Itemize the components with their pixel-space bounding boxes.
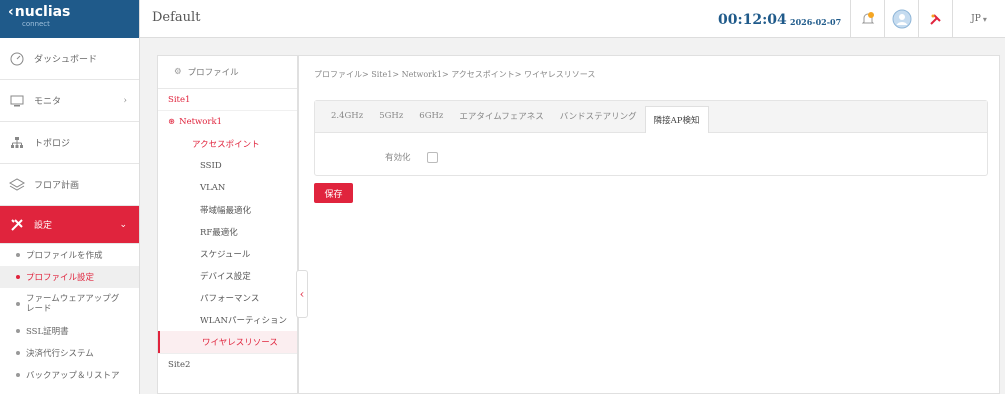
profile-tree: ⚙ プロファイル Site1 ⊛ Network1 アクセスポイント SSID VL… — [157, 55, 298, 394]
tree-leaf-schedule[interactable]: スケジュール — [158, 243, 297, 265]
tab-5ghz[interactable]: 5GHz — [371, 104, 411, 128]
chevron-down-icon: ▾ — [982, 14, 987, 24]
language-menu[interactable]: JP ▾ — [952, 0, 1005, 38]
sidebar-subitem-firmware-upgrade[interactable]: ファームウェアアップグレード — [0, 288, 139, 320]
breadcrumb: プロファイル> Site1> Network1> アクセスポイント> ワイヤレス… — [314, 70, 596, 79]
tree-leaf-wireless-resource[interactable]: ワイヤレスリソース — [158, 331, 297, 353]
sidebar: ‹nuclias connect ダッシュボード モニタ › トポロジ フロア計… — [0, 0, 140, 394]
back-chevron-icon[interactable]: ‹ — [8, 4, 14, 20]
tree-leaf-vlan[interactable]: VLAN — [158, 177, 297, 199]
tree-network1[interactable]: ⊛ Network1 — [158, 111, 297, 133]
chevron-down-icon: ⌄ — [119, 219, 127, 230]
notifications-button[interactable] — [850, 0, 884, 38]
clock-date: 2026-02-07 — [790, 17, 842, 27]
enable-option: 有効化 — [385, 151, 438, 163]
enable-checkbox[interactable] — [426, 151, 438, 163]
brand-name: nuclias — [14, 4, 71, 20]
brand-sub: connect — [22, 20, 50, 28]
user-avatar-icon — [892, 9, 911, 29]
save-button[interactable]: 保存 — [314, 183, 353, 203]
sidebar-item-dashboard[interactable]: ダッシュボード — [0, 38, 139, 80]
sidebar-item-label: トポロジ — [34, 139, 71, 149]
tab-airtime-fairness[interactable]: エアタイムフェアネス — [451, 104, 551, 128]
gear-icon: ⚙ — [174, 67, 182, 77]
sidebar-subitem-create-profile[interactable]: プロファイルを作成 — [0, 244, 139, 266]
profile-button[interactable] — [884, 0, 918, 38]
tab-6ghz[interactable]: 6GHz — [411, 104, 451, 128]
bell-icon — [861, 12, 874, 24]
monitor-icon — [8, 92, 26, 110]
tree-access-point[interactable]: アクセスポイント — [158, 133, 297, 155]
chevron-left-icon: ‹ — [299, 287, 305, 301]
dashboard-icon — [8, 50, 26, 68]
tree-leaf-ssid[interactable]: SSID — [158, 155, 297, 177]
clock-time: 00:12:04 — [718, 12, 787, 28]
language-label: JP — [971, 14, 981, 24]
tab-bar: 2.4GHz 5GHz 6GHz エアタイムフェアネス バンドステアリング 隣接… — [315, 101, 987, 133]
sidebar-item-topology[interactable]: トポロジ — [0, 122, 139, 164]
sidebar-subitem-profile-settings[interactable]: プロファイル設定 — [0, 266, 139, 288]
sidebar-subitem-ssl-certificate[interactable]: SSL証明書 — [0, 320, 139, 342]
tree-leaf-wlan-partition[interactable]: WLANパーティション — [158, 309, 297, 331]
main-panel: プロファイル> Site1> Network1> アクセスポイント> ワイヤレス… — [298, 55, 1000, 394]
tools-icon — [8, 216, 26, 234]
tree-site2[interactable]: Site2 — [158, 353, 297, 375]
sidebar-subitem-payment-gateway[interactable]: 決済代行システム — [0, 342, 139, 364]
tab-2-4ghz[interactable]: 2.4GHz — [323, 104, 371, 128]
sidebar-item-floor-plan[interactable]: フロア計画 — [0, 164, 139, 206]
collapse-panel-button[interactable]: ‹ — [296, 270, 308, 318]
floor-plan-icon — [8, 176, 26, 194]
page-title: Default — [152, 10, 201, 25]
top-bar: Default 00:12:04 2026-02-07 JP ▾ — [140, 0, 1005, 38]
sidebar-item-label: モニタ — [34, 97, 62, 107]
tree-leaf-performance[interactable]: パフォーマンス — [158, 287, 297, 309]
tree-header: ⚙ プロファイル — [158, 56, 297, 89]
tree-leaf-bandwidth[interactable]: 帯域幅最適化 — [158, 199, 297, 221]
settings-card: 2.4GHz 5GHz 6GHz エアタイムフェアネス バンドステアリング 隣接… — [314, 100, 988, 176]
tab-neighbor-ap-detection[interactable]: 隣接AP検知 — [644, 106, 709, 133]
sidebar-item-settings[interactable]: 設定 ⌄ — [0, 206, 139, 244]
tools-button[interactable] — [918, 0, 952, 38]
tree-leaf-device-settings[interactable]: デバイス設定 — [158, 265, 297, 287]
tab-band-steering[interactable]: バンドステアリング — [552, 104, 645, 128]
topology-icon — [8, 134, 26, 152]
network-icon: ⊛ — [168, 117, 176, 127]
logo[interactable]: ‹nuclias connect — [0, 0, 139, 38]
sidebar-item-monitor[interactable]: モニタ › — [0, 80, 139, 122]
tools-icon — [929, 14, 941, 25]
chevron-right-icon: › — [123, 95, 127, 106]
tree-site1[interactable]: Site1 — [158, 89, 297, 111]
tree-leaf-rf[interactable]: RF最適化 — [158, 221, 297, 243]
sidebar-item-label: フロア計画 — [34, 181, 80, 191]
sidebar-item-label: ダッシュボード — [34, 55, 98, 65]
sidebar-subitem-backup-restore[interactable]: バックアップ＆リストア — [0, 364, 139, 386]
sidebar-item-label: 設定 — [34, 221, 53, 231]
enable-label: 有効化 — [385, 153, 411, 163]
